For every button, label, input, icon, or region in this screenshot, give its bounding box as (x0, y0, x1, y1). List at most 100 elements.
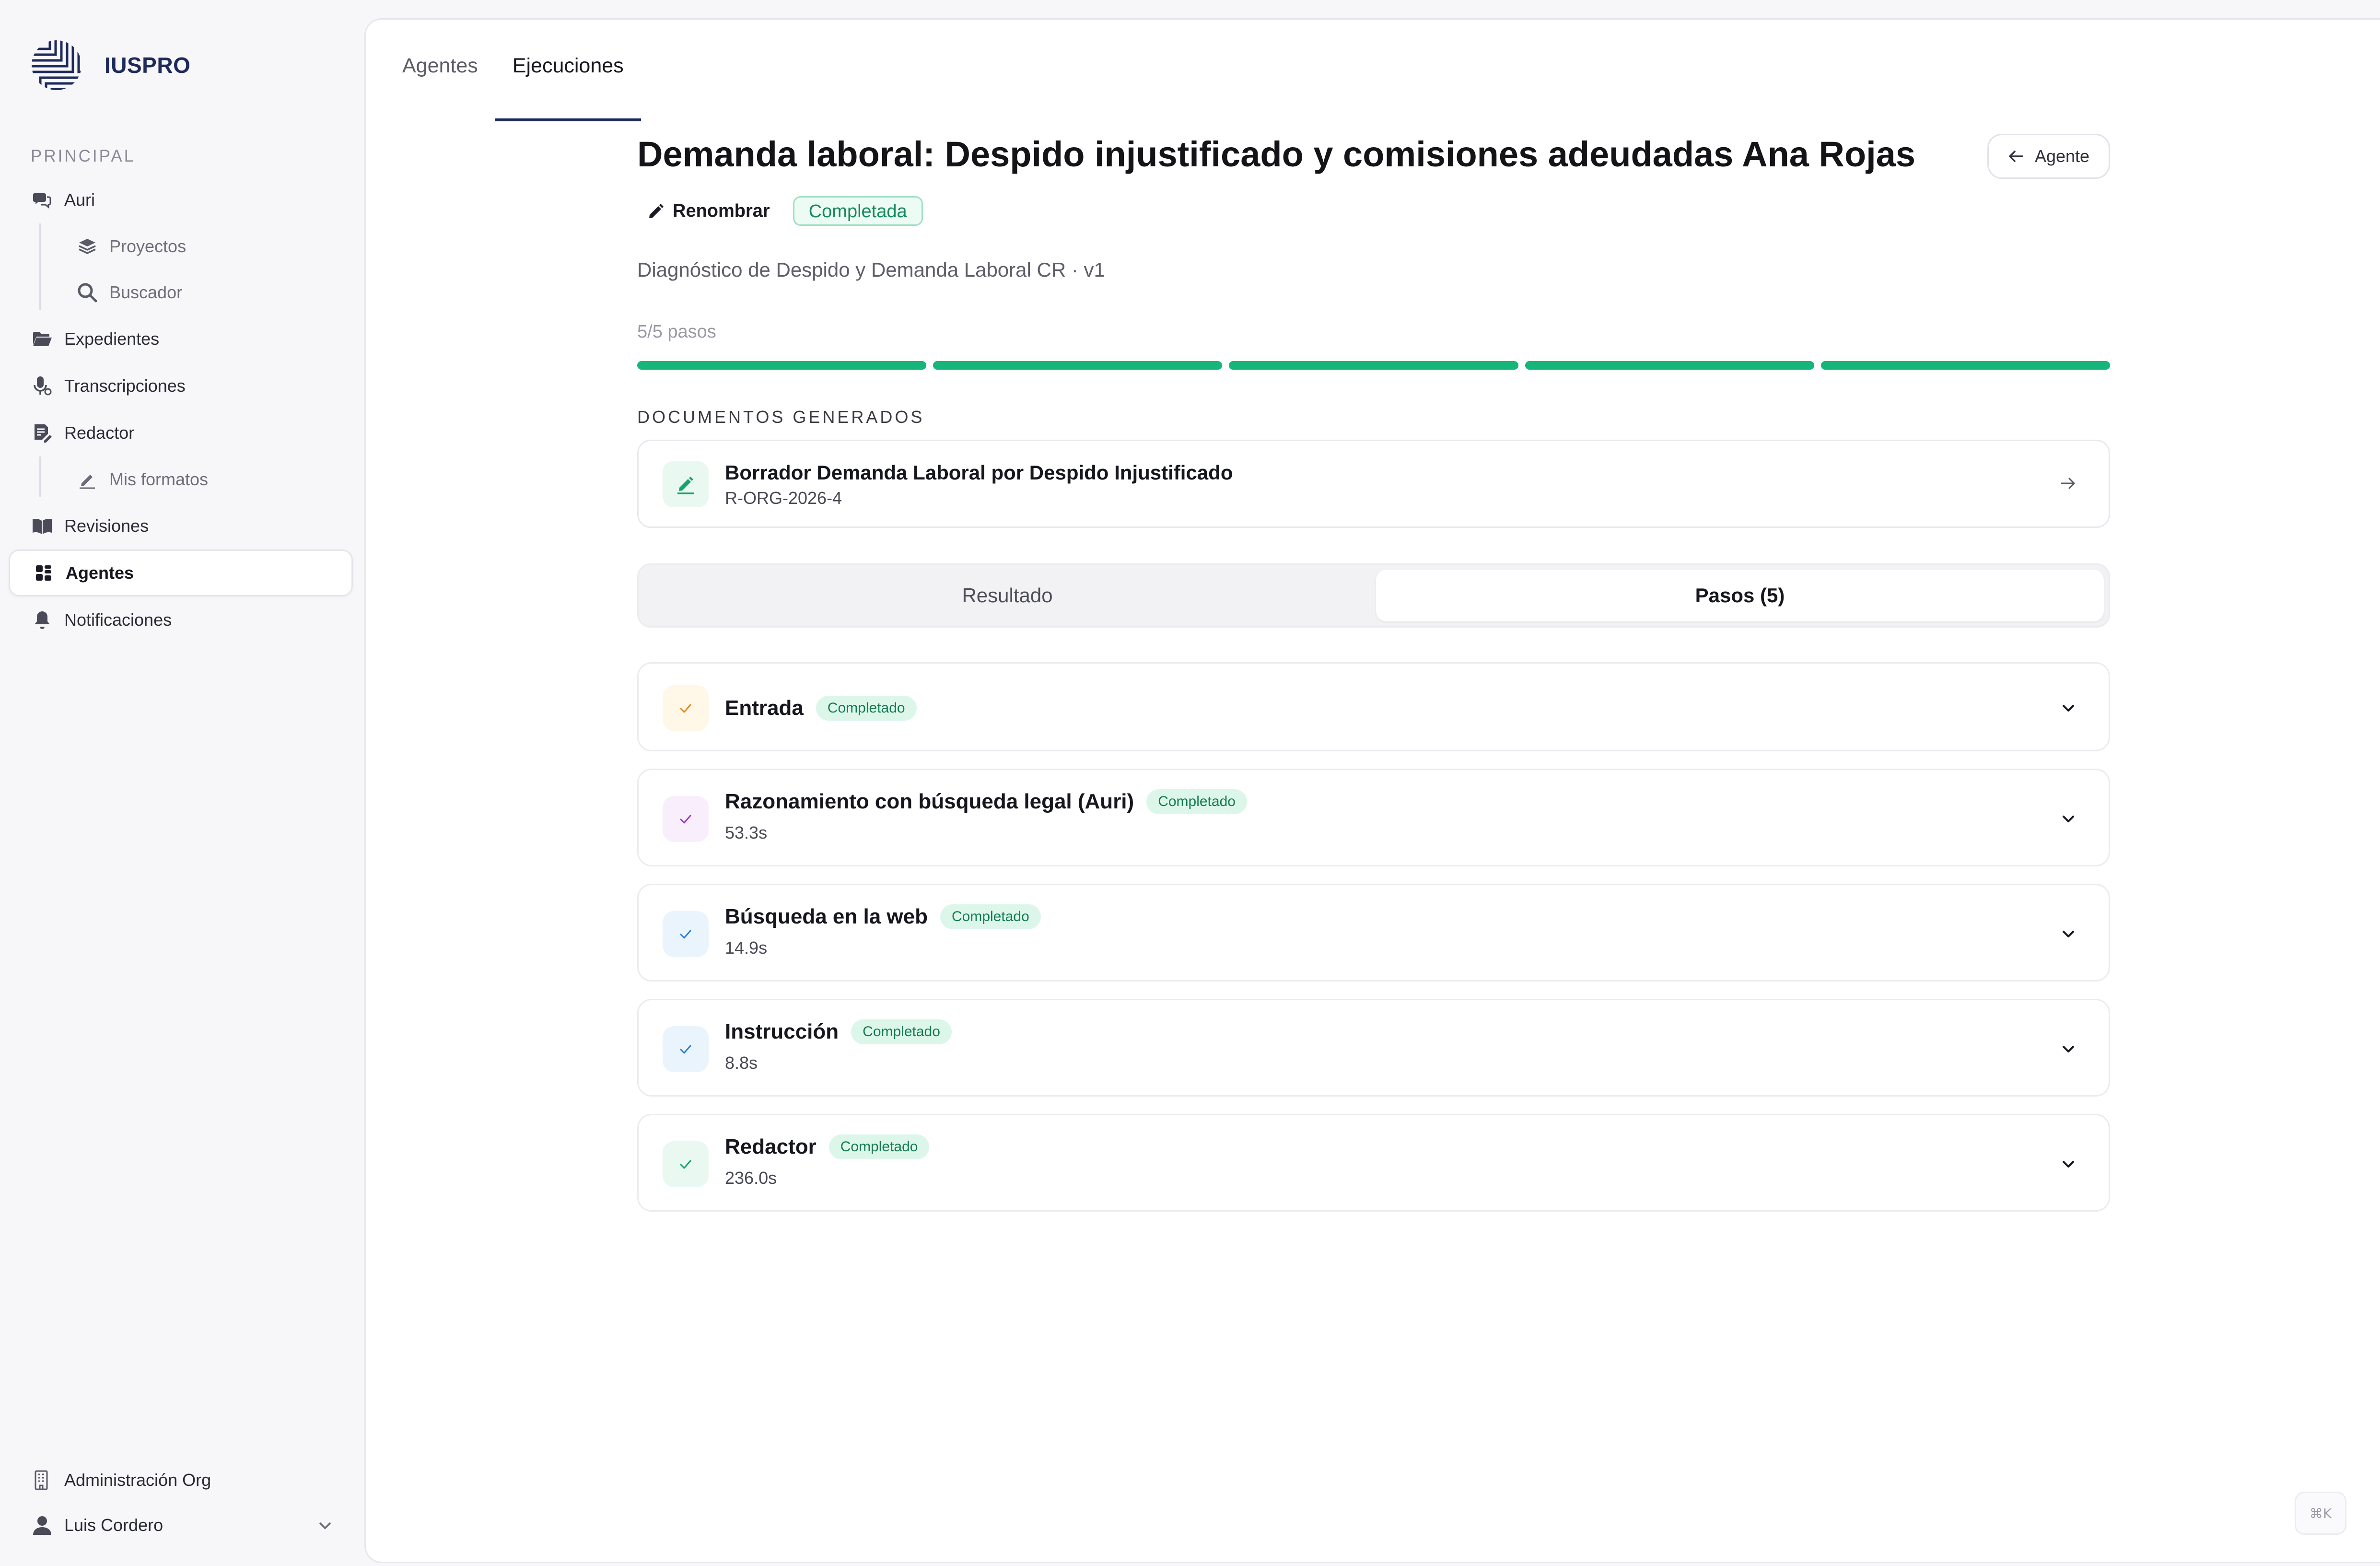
sidebar-item-transcripciones[interactable]: Transcripciones (9, 362, 353, 409)
auri-subnav: Proyectos Buscador (9, 223, 353, 316)
check-icon (680, 1045, 691, 1054)
step-name-row: Razonamiento con búsqueda legal (Auri) Co… (725, 789, 1247, 814)
sidebar-item-agentes[interactable]: Agentes (9, 549, 353, 596)
document-title: Borrador Demanda Laboral por Despido Inj… (725, 461, 1233, 484)
sidebar-item-label: Proyectos (109, 236, 187, 256)
user-menu[interactable]: Luis Cordero (9, 1503, 353, 1548)
brand-name: IUSPRO (105, 53, 191, 78)
arrow-right-icon (2061, 478, 2075, 489)
tab-bar: Agentes Ejecuciones (385, 47, 641, 121)
progress-segment (637, 361, 927, 370)
document-code: R-ORG-2026-4 (725, 488, 842, 508)
step-check-box (663, 685, 709, 731)
step-card[interactable]: Razonamiento con búsqueda legal (Auri) Co… (637, 769, 2110, 866)
tab-resultado[interactable]: Resultado (643, 570, 1371, 621)
step-card[interactable]: Búsqueda en la web Completado 14.9s (637, 884, 2110, 982)
step-name: Búsqueda en la web (725, 905, 928, 928)
step-check-box (663, 911, 709, 957)
folder-open-icon (32, 328, 53, 350)
building-icon (32, 1470, 53, 1491)
step-duration: 8.8s (725, 1053, 758, 1073)
sidebar-item-label: Redactor (64, 423, 135, 443)
command-shortcut-hint[interactable]: ⌘K (2295, 1492, 2346, 1535)
step-status-badge: Completado (1146, 789, 1247, 814)
pen-icon (77, 469, 98, 490)
pencil-icon (649, 204, 664, 218)
back-button-label: Agente (2034, 146, 2090, 166)
sidebar-item-buscador[interactable]: Buscador (9, 269, 353, 316)
main-panel: Agentes Ejecuciones Demanda laboral: Des… (364, 18, 2380, 1563)
sidebar-item-revisiones[interactable]: Revisiones (9, 503, 353, 549)
step-name: Redactor (725, 1135, 817, 1158)
sidebar-item-label: Agentes (66, 563, 134, 583)
document-icon-box (663, 461, 709, 507)
view-switch: Resultado Pasos (5) (637, 563, 2110, 628)
step-name: Razonamiento con búsqueda legal (Auri) (725, 790, 1134, 813)
documents-label: DOCUMENTOS GENERADOS (637, 407, 925, 427)
step-status-badge: Completado (816, 696, 917, 721)
chevron-down-icon[interactable] (2059, 699, 2078, 718)
tab-ejecuciones[interactable]: Ejecuciones (495, 47, 641, 121)
chevron-down-icon[interactable] (2059, 809, 2078, 829)
run-subtitle: Diagnóstico de Despido y Demanda Laboral… (637, 258, 1105, 281)
step-name: Instrucción (725, 1020, 839, 1043)
chevron-down-icon (319, 1522, 331, 1530)
progress-segment (1229, 361, 1518, 370)
progress-segment (933, 361, 1223, 370)
section-label: PRINCIPAL (31, 147, 136, 165)
step-card[interactable]: Instrucción Completado 8.8s (637, 999, 2110, 1097)
book-open-icon (32, 515, 53, 537)
step-name-row: Instrucción Completado (725, 1019, 952, 1044)
chevron-down-icon[interactable] (2059, 924, 2078, 944)
sidebar-item-auri[interactable]: Auri (9, 176, 353, 223)
layers-icon (77, 236, 98, 257)
sidebar-item-redactor[interactable]: Redactor (9, 409, 353, 456)
sidebar-item-notificaciones[interactable]: Notificaciones (9, 596, 353, 643)
status-badge: Completada (793, 196, 923, 226)
rename-button[interactable]: Renombrar (647, 201, 770, 222)
step-check-box (663, 1141, 709, 1187)
check-icon (680, 1160, 691, 1169)
progress-segment (1525, 361, 1814, 370)
rename-label: Renombrar (673, 200, 770, 221)
chevron-down-icon[interactable] (2059, 1040, 2078, 1059)
tab-agentes[interactable]: Agentes (385, 47, 495, 99)
sidebar-item-proyectos[interactable]: Proyectos (9, 223, 353, 269)
redactor-subnav: Mis formatos (9, 456, 353, 503)
step-name: Entrada (725, 696, 804, 720)
steps-count: 5/5 pasos (637, 322, 716, 342)
admin-label: Administración Org (64, 1470, 211, 1490)
iuspro-logo-icon (32, 40, 82, 90)
sidebar-item-label: Mis formatos (109, 469, 209, 489)
step-duration: 236.0s (725, 1168, 777, 1188)
sidebar-nav: Auri Proyectos Buscador Expedientes Tran… (9, 176, 353, 643)
step-card[interactable]: Redactor Completado 236.0s (637, 1114, 2110, 1212)
sidebar-item-mis-formatos[interactable]: Mis formatos (9, 456, 353, 503)
step-check-box (663, 796, 709, 842)
tab-pasos[interactable]: Pasos (5) (1376, 570, 2104, 621)
sidebar-item-expedientes[interactable]: Expedientes (9, 316, 353, 362)
step-duration: 53.3s (725, 823, 768, 842)
document-card[interactable]: Borrador Demanda Laboral por Despido Inj… (637, 440, 2110, 528)
sidebar-item-label: Notificaciones (64, 610, 172, 630)
back-to-agent-button[interactable]: Agente (1987, 134, 2110, 179)
chat-icon (32, 189, 53, 210)
chevron-down-icon[interactable] (2059, 1155, 2078, 1174)
check-icon (680, 815, 691, 824)
sidebar-item-admin-org[interactable]: Administración Org (9, 1458, 353, 1503)
agents-icon (33, 562, 54, 584)
meta-row: Renombrar Completada (647, 196, 923, 226)
microphone-icon (32, 375, 53, 397)
check-icon (680, 704, 691, 713)
step-card[interactable]: Entrada Completado (637, 662, 2110, 751)
search-icon (77, 282, 98, 303)
step-status-badge: Completado (851, 1019, 952, 1044)
brand[interactable]: IUSPRO (31, 39, 190, 91)
step-check-box (663, 1026, 709, 1072)
sidebar: IUSPRO PRINCIPAL Auri Proyectos Buscador (0, 0, 364, 1566)
arrow-left-icon (2009, 151, 2023, 162)
sidebar-item-label: Revisiones (64, 516, 149, 536)
sidebar-item-label: Buscador (109, 282, 183, 302)
sidebar-item-label: Auri (64, 190, 95, 210)
user-icon (32, 1515, 53, 1536)
